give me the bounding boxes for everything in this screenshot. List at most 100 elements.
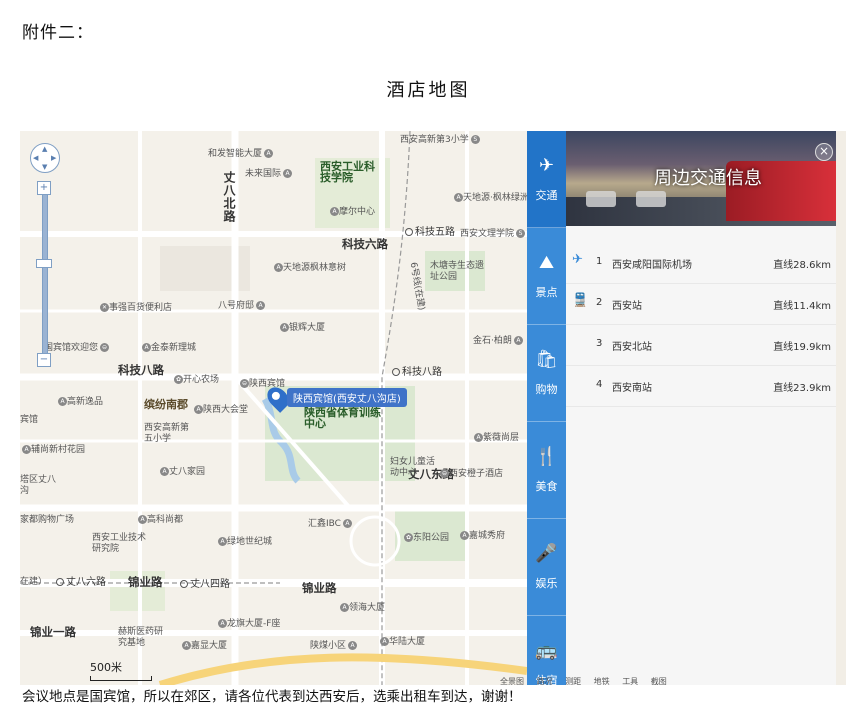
transport-info-panel: 周边交通信息 × ✈ 1 西安咸阳国际机场 直线28.6km 🚆 2 西安站 直…: [566, 131, 836, 685]
tab-food[interactable]: 🍴 美食: [527, 422, 566, 519]
pan-left-icon[interactable]: ◀: [33, 154, 38, 162]
poi-label: A 龙旗大厦-F座: [216, 619, 280, 630]
poi-label: ✿ 东阳公园: [404, 533, 450, 543]
road-label: 科技六路: [342, 237, 388, 251]
poi-label: A 辅尚新村花园: [20, 445, 85, 456]
poi-label: 宾馆: [20, 415, 39, 425]
poi-label: ✕ 事强百货便利店: [100, 303, 173, 313]
item-name: 西安北站: [612, 342, 652, 353]
tab-traffic[interactable]: ✈ 交通: [527, 131, 566, 228]
poi-label: 汇鑫IBC A: [308, 519, 352, 530]
map-toolbar: 全景图 路况 测距 地铁 工具 截图: [500, 676, 846, 685]
close-button[interactable]: ×: [815, 143, 833, 161]
road-label: 科技八路: [118, 363, 164, 377]
road-label: 丈八四路: [180, 579, 230, 590]
category-tabs: ✈ 交通 ⛰ 景点 🛍 购物 🍴 美食 🎤 娱乐 🚌 住宿: [527, 131, 566, 685]
poi-label: A 天地源枫林意树: [272, 263, 346, 274]
map-canvas[interactable]: 丈八北路 科技六路 科技八路 科技八路 科技五路 丈八东路 锦业路 锦业路 锦业…: [20, 131, 527, 685]
map-widget: 丈八北路 科技六路 科技八路 科技八路 科技五路 丈八东路 锦业路 锦业路 锦业…: [20, 131, 846, 685]
page-title: 酒店地图: [386, 80, 471, 101]
banner-title: 周边交通信息: [654, 168, 762, 189]
poi-label: A 领海大厦: [338, 603, 385, 614]
poi-label: 陕煤小区 A: [310, 641, 358, 652]
poi-label: 木塘寺生态遗址公园: [430, 261, 485, 282]
poi-label: A 天地源·枫林绿洲: [452, 193, 527, 204]
tab-label: 娱乐: [535, 577, 558, 590]
scale-bar: [90, 676, 152, 681]
zoom-out-button[interactable]: −: [37, 353, 51, 367]
tab-label: 购物: [535, 383, 558, 396]
poi-label: A 嘉城秀府: [458, 531, 505, 542]
tab-sights[interactable]: ⛰ 景点: [527, 228, 566, 325]
zoom-control: ▲ ▼ ◀ ▶ + −: [30, 143, 60, 367]
poi-label: 西安高新第五小学: [144, 423, 190, 444]
poi-label: 和发智能大厦 A: [208, 149, 274, 160]
scale-label: 500米: [90, 661, 122, 674]
item-distance: 直线11.4km: [773, 301, 831, 312]
poi-label: A 绿地世纪城: [216, 537, 272, 548]
poi-label: 西安工业技术研究院: [92, 533, 147, 554]
marker-label[interactable]: 陕西宾馆(西安丈八沟店): [287, 388, 407, 407]
footer-note: 会议地点是国宾馆，所以在郊区，请各位代表到达西安后，选乘出租车到达，谢谢！: [22, 689, 522, 705]
list-item[interactable]: 4 西安南站 直线23.9km: [566, 366, 836, 407]
item-number: 2: [596, 297, 603, 308]
zoom-in-button[interactable]: +: [37, 181, 51, 195]
toolbar-item[interactable]: 全景图: [500, 677, 524, 685]
banner-car: [636, 191, 666, 207]
poi-label: A 高科尚都: [136, 515, 183, 526]
poi-label: A 高新逸品: [56, 397, 103, 408]
poi-label: A 金泰新理城: [140, 343, 196, 354]
poi-label: ✿ 开心农场: [174, 375, 220, 385]
poi-label: 赫斯医药研究基地: [118, 627, 164, 648]
transport-list: ✈ 1 西安咸阳国际机场 直线28.6km 🚆 2 西安站 直线11.4km 3…: [566, 243, 836, 407]
banner-car: [586, 191, 616, 207]
zoom-slider[interactable]: + −: [34, 181, 54, 367]
road-label: 科技八路: [392, 367, 442, 378]
toolbar-item[interactable]: 工具: [622, 677, 638, 685]
road-label: 在建）: [20, 577, 48, 587]
poi-label: 西安文理学院 S: [460, 229, 526, 240]
pan-control[interactable]: ▲ ▼ ◀ ▶: [30, 143, 60, 173]
poi-label: A 陕西大会堂: [192, 405, 248, 416]
map-scale: 500米: [90, 659, 152, 681]
pan-up-icon[interactable]: ▲: [42, 145, 47, 153]
list-item[interactable]: 3 西安北站 直线19.9km: [566, 325, 836, 366]
item-distance: 直线28.6km: [773, 260, 831, 271]
list-item[interactable]: 🚆 2 西安站 直线11.4km: [566, 284, 836, 325]
tab-shopping[interactable]: 🛍 购物: [527, 325, 566, 422]
attachment-heading: 附件二：: [22, 23, 94, 43]
toolbar-item[interactable]: 测距: [565, 677, 581, 685]
road-label: 科技五路: [405, 227, 455, 238]
toolbar-item[interactable]: 路况: [537, 677, 553, 685]
item-number: 4: [596, 379, 603, 390]
airplane-icon: ✈: [538, 155, 555, 176]
map-roads: [20, 131, 527, 685]
item-distance: 直线23.9km: [773, 383, 831, 394]
toolbar-item[interactable]: 地铁: [594, 677, 610, 685]
poi-label: A 华陆大厦: [378, 637, 425, 648]
zoom-track[interactable]: [42, 193, 48, 355]
mountain-icon: ⛰: [538, 252, 555, 273]
item-name: 西安站: [612, 301, 642, 312]
pan-right-icon[interactable]: ▶: [51, 154, 56, 162]
poi-label: A 紫薇尚层: [472, 433, 519, 444]
zoom-thumb[interactable]: [36, 259, 52, 268]
road-label: 锦业路: [128, 575, 163, 589]
tab-lodging[interactable]: 🚌 住宿: [527, 616, 566, 685]
tab-entertainment[interactable]: 🎤 娱乐: [527, 519, 566, 616]
item-number: 3: [596, 338, 603, 349]
poi-label: 西安高新第3小学 S: [400, 135, 480, 146]
pan-down-icon[interactable]: ▼: [42, 163, 47, 171]
poi-label: 妇女儿童活动中心: [390, 457, 436, 478]
microphone-icon: 🎤: [535, 543, 558, 564]
poi-label: A 嘉显大厦: [180, 641, 227, 652]
poi-label: 家都购物广场: [20, 515, 75, 525]
shopping-bag-icon: 🛍: [535, 349, 558, 370]
tab-label: 景点: [535, 286, 558, 299]
list-item[interactable]: ✈ 1 西安咸阳国际机场 直线28.6km: [566, 243, 836, 284]
poi-label: 西安工业科技学院: [320, 160, 375, 184]
panel-banner: 周边交通信息 ×: [566, 131, 836, 226]
toolbar-item[interactable]: 截图: [651, 677, 667, 685]
item-name: 西安咸阳国际机场: [612, 260, 692, 271]
poi-label: 未来国际 A: [245, 169, 293, 180]
